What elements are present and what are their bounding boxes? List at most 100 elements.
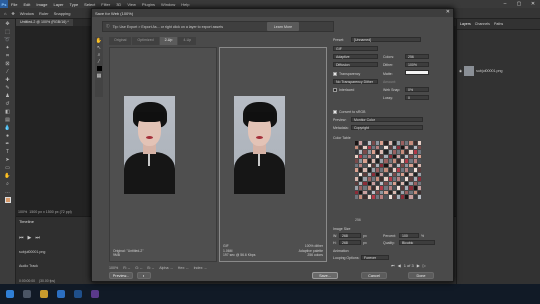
color-swatch[interactable] [367,141,371,145]
color-swatch[interactable] [392,190,396,195]
menu-type[interactable]: Type [67,2,82,7]
transparency-dither-select[interactable]: No Transparency Dither [333,79,378,84]
color-swatch[interactable] [401,154,405,159]
color-swatch[interactable] [396,172,401,177]
color-swatch[interactable] [380,177,384,181]
reduction-select[interactable]: Adaptive [333,54,378,59]
color-swatch[interactable] [388,154,392,159]
convert-srgb-checkbox[interactable]: Convert to sRGB [333,109,365,114]
color-swatch[interactable] [409,150,413,154]
color-swatch[interactable] [409,186,413,190]
done-button[interactable]: Done [408,272,434,279]
menu-window[interactable]: Window [158,2,178,7]
menu-help[interactable]: Help [178,2,192,7]
color-swatch[interactable] [355,163,359,168]
colors-select[interactable]: 256 [405,54,429,59]
color-swatch[interactable] [363,145,367,150]
color-swatch[interactable] [396,145,401,150]
color-swatch[interactable] [355,195,359,199]
color-swatch[interactable] [392,177,396,181]
metadata-select[interactable]: Copyright [351,125,423,130]
color-swatch[interactable] [388,172,392,177]
color-swatch[interactable] [413,150,417,154]
quality-select[interactable]: Bicubic [399,240,435,245]
color-swatch[interactable] [371,145,375,150]
color-swatch[interactable] [413,190,417,195]
color-swatch[interactable] [359,150,363,154]
color-swatch[interactable] [363,190,367,195]
color-swatch[interactable] [388,195,392,199]
menu-file[interactable]: File [8,2,20,7]
color-swatch[interactable] [380,168,384,172]
option-snapping[interactable]: Snapping [54,11,71,16]
color-swatch[interactable] [388,181,392,186]
color-swatch[interactable] [367,177,371,181]
color-swatch[interactable] [363,150,367,154]
next-frame-icon[interactable]: ⏭ [35,235,40,241]
color-swatch[interactable] [384,195,388,199]
color-swatch[interactable] [392,172,396,177]
original-preview-pane[interactable]: Original: "Untitled-2" 9MB [109,47,217,262]
menu-plugins[interactable]: Plugins [139,2,158,7]
color-swatch[interactable] [359,177,363,181]
color-swatch[interactable] [367,190,371,195]
color-swatch[interactable] [413,154,417,159]
color-swatch[interactable] [355,186,359,190]
gradient-icon[interactable]: ▤ [3,117,13,123]
color-swatch[interactable] [380,190,384,195]
color-swatch[interactable] [392,145,396,150]
color-swatch[interactable] [392,181,396,186]
color-swatch[interactable] [409,172,413,177]
color-swatch[interactable] [413,186,417,190]
app-icon[interactable] [91,290,99,298]
color-table[interactable] [355,141,421,199]
height-input[interactable]: 268 [339,240,361,245]
stamp-icon[interactable]: ♟ [3,93,13,99]
menu-filter[interactable]: Filter [98,2,113,7]
color-swatch[interactable] [388,163,392,168]
color-swatch[interactable] [413,159,417,163]
color-swatch[interactable] [371,195,375,199]
color-swatch[interactable] [405,172,409,177]
color-swatch[interactable] [413,168,417,172]
color-swatch[interactable] [371,154,375,159]
color-swatch[interactable] [417,195,421,199]
color-swatch[interactable] [355,150,359,154]
color-swatch[interactable] [392,150,396,154]
path-select-icon[interactable]: ➤ [3,157,13,163]
color-swatch[interactable] [409,190,413,195]
color-swatch[interactable] [396,159,401,163]
color-swatch[interactable] [405,145,409,150]
tab-4-up[interactable]: 4-Up [178,37,197,45]
color-swatch[interactable] [413,172,417,177]
play-animation-icon[interactable]: ▶ [417,263,420,268]
color-swatch[interactable] [359,163,363,168]
color-swatch[interactable] [409,141,413,145]
zoom-icon[interactable]: ⌕ [95,51,103,58]
color-swatch[interactable] [375,154,380,159]
color-swatch[interactable] [396,141,401,145]
color-swatch[interactable] [401,163,405,168]
optimized-preview-pane[interactable]: GIF 1.06M 197 sec @ 56.6 Kbps 100% dithe… [219,47,327,262]
cancel-button[interactable]: Cancel [361,272,387,279]
color-swatch[interactable] [405,168,409,172]
color-swatch[interactable] [355,145,359,150]
color-swatch[interactable] [375,141,380,145]
color-swatch[interactable] [401,159,405,163]
color-swatch[interactable] [388,159,392,163]
color-swatch[interactable] [384,168,388,172]
color-swatch[interactable] [417,163,421,168]
color-swatch[interactable] [375,181,380,186]
color-swatch[interactable] [409,163,413,168]
menu-image[interactable]: Image [33,2,50,7]
color-swatch[interactable] [413,145,417,150]
color-swatch[interactable] [363,154,367,159]
zoom-icon[interactable]: ⌕ [3,181,13,187]
color-swatch[interactable] [384,150,388,154]
file-explorer-icon[interactable] [40,290,48,298]
color-swatch[interactable] [359,172,363,177]
document-tab[interactable]: Untitled-2 @ 100% (RGB/16) * [16,19,73,26]
color-swatch[interactable] [380,154,384,159]
color-swatch[interactable] [371,172,375,177]
close-window-icon[interactable]: ✕ [526,0,540,8]
